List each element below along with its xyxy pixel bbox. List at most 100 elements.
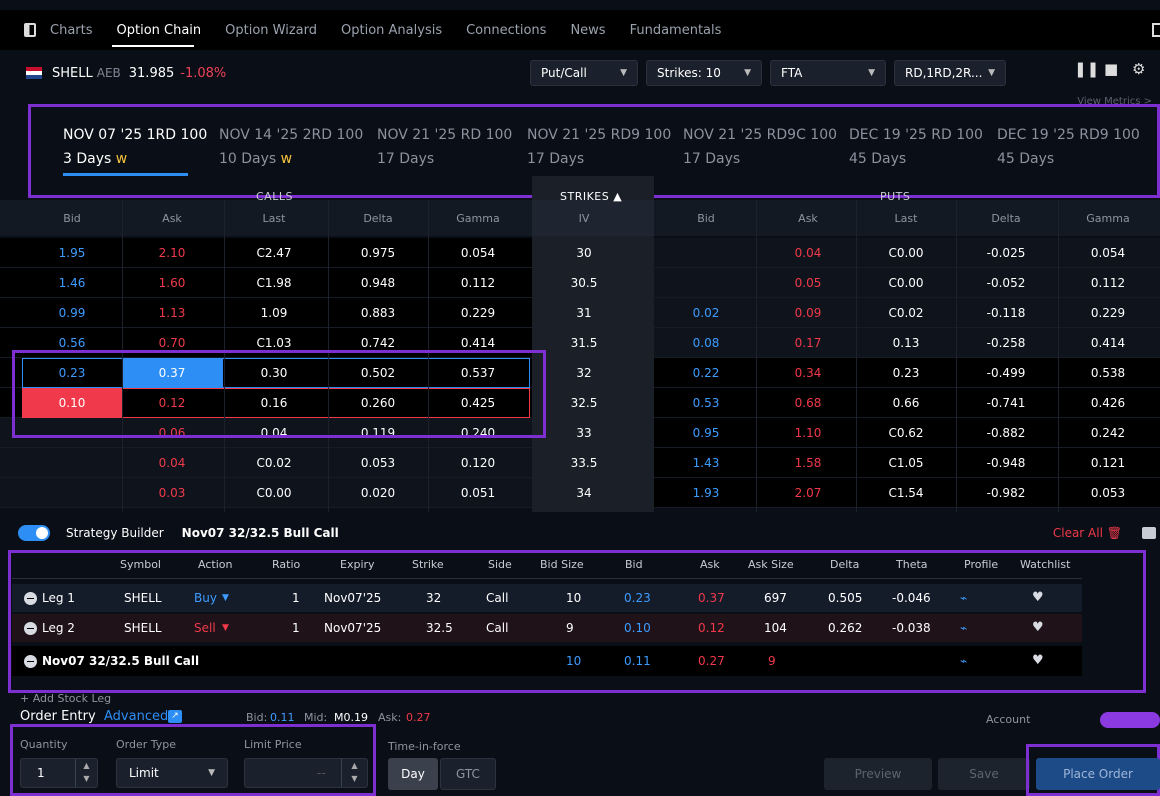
expiry-tab-nov07[interactable]: NOV 07 '25 1RD 100 3 Days w bbox=[63, 127, 207, 167]
chain-cell-bid[interactable]: 1.95 bbox=[22, 238, 122, 268]
chain-cell-last[interactable]: C1.54 bbox=[856, 478, 956, 508]
chain-cell-last[interactable]: C2.47 bbox=[224, 238, 324, 268]
chain-cell-ask[interactable]: 0.34 bbox=[758, 358, 858, 388]
tab-option-analysis[interactable]: Option Analysis bbox=[341, 23, 442, 38]
watchlist-heart-icon[interactable]: ♥ bbox=[1032, 614, 1044, 642]
panel-right-icon[interactable] bbox=[1152, 23, 1160, 37]
exchange-dropdown[interactable]: FTA ▼ bbox=[770, 60, 886, 86]
quantity-stepper[interactable]: 1 ▲ ▼ bbox=[20, 758, 98, 788]
chain-cell-ask[interactable]: 1.13 bbox=[122, 298, 222, 328]
chevron-down-icon[interactable]: ▼ bbox=[222, 584, 229, 612]
tab-fundamentals[interactable]: Fundamentals bbox=[630, 23, 722, 38]
tab-news[interactable]: News bbox=[570, 23, 605, 38]
account-selector[interactable] bbox=[1100, 712, 1160, 728]
chain-cell-bid[interactable]: 0.99 bbox=[22, 298, 122, 328]
tif-gtc-button[interactable]: GTC bbox=[440, 758, 496, 790]
chain-cell-ask[interactable]: 1.10 bbox=[758, 418, 858, 448]
leg-action[interactable]: Buy bbox=[194, 584, 217, 612]
leg-action[interactable]: Sell bbox=[194, 614, 216, 642]
chain-cell-gamma[interactable]: 0.051 bbox=[428, 478, 528, 508]
stepper-arrows-icon[interactable]: ▲ ▼ bbox=[341, 759, 367, 787]
panel-toggle-icon[interactable] bbox=[24, 23, 36, 37]
chain-cell-gamma[interactable]: 0.112 bbox=[428, 268, 528, 298]
chain-cell-ask[interactable]: 2.10 bbox=[122, 238, 222, 268]
remove-leg-icon[interactable] bbox=[24, 592, 37, 605]
strategy-builder-toggle[interactable] bbox=[18, 525, 50, 541]
chain-cell-gamma[interactable]: 0.054 bbox=[1058, 238, 1158, 268]
column-header[interactable]: Bid bbox=[656, 212, 756, 225]
chain-cell-delta[interactable]: 0.020 bbox=[328, 478, 428, 508]
chain-cell-delta[interactable]: -0.741 bbox=[956, 388, 1056, 418]
save-button[interactable]: Save bbox=[938, 758, 1030, 790]
chain-cell-bid[interactable]: 0.53 bbox=[656, 388, 756, 418]
chain-cell-bid[interactable]: 1.93 bbox=[656, 478, 756, 508]
chain-cell-ask[interactable]: 0.68 bbox=[758, 388, 858, 418]
chain-cell-delta[interactable]: -0.025 bbox=[956, 238, 1056, 268]
chain-cell-gamma[interactable]: 0.121 bbox=[1058, 448, 1158, 478]
ticker-symbol[interactable]: SHELL bbox=[52, 66, 93, 81]
add-stock-leg-link[interactable]: + Add Stock Leg bbox=[20, 692, 111, 705]
chain-cell-last[interactable]: C1.05 bbox=[856, 448, 956, 478]
chain-cell-bid[interactable]: 1.43 bbox=[656, 448, 756, 478]
preview-button[interactable]: Preview bbox=[824, 758, 932, 790]
column-header[interactable]: IV bbox=[534, 212, 634, 225]
profile-chart-icon[interactable]: ⌁ bbox=[960, 647, 967, 675]
chain-cell-gamma[interactable]: 0.414 bbox=[1058, 328, 1158, 358]
chain-cell-delta[interactable]: 0.975 bbox=[328, 238, 428, 268]
chain-cell-last[interactable]: 0.66 bbox=[856, 388, 956, 418]
chain-cell-last[interactable]: 1.09 bbox=[224, 298, 324, 328]
chain-cell-delta[interactable]: -0.948 bbox=[956, 448, 1056, 478]
tab-connections[interactable]: Connections bbox=[466, 23, 546, 38]
pause-icon[interactable]: ❚❚ bbox=[1074, 60, 1099, 78]
chain-cell-delta[interactable]: -0.118 bbox=[956, 298, 1056, 328]
chain-cell-ask[interactable]: 2.07 bbox=[758, 478, 858, 508]
chain-cell-delta[interactable]: -0.982 bbox=[956, 478, 1056, 508]
chain-cell-gamma[interactable]: 0.053 bbox=[1058, 478, 1158, 508]
column-header[interactable]: Delta bbox=[328, 212, 428, 225]
chain-cell-ask[interactable]: 1.60 bbox=[122, 268, 222, 298]
chain-cell-bid[interactable] bbox=[656, 238, 756, 268]
column-header[interactable]: Ask bbox=[758, 212, 858, 225]
chain-cell-delta[interactable]: 0.883 bbox=[328, 298, 428, 328]
chain-cell-ask[interactable]: 0.05 bbox=[758, 268, 858, 298]
chain-cell-ask[interactable]: 0.04 bbox=[758, 238, 858, 268]
chain-cell-last[interactable]: C0.00 bbox=[856, 238, 956, 268]
chain-cell-bid[interactable]: 0.95 bbox=[656, 418, 756, 448]
remove-strategy-icon[interactable] bbox=[24, 655, 37, 668]
chain-cell-delta[interactable]: -0.882 bbox=[956, 418, 1056, 448]
chain-cell-bid[interactable]: 0.22 bbox=[656, 358, 756, 388]
chain-cell-ask[interactable]: 1.58 bbox=[758, 448, 858, 478]
chain-cell-ask[interactable]: 0.09 bbox=[758, 298, 858, 328]
chain-cell-gamma[interactable]: 0.112 bbox=[1058, 268, 1158, 298]
chain-cell-last[interactable]: C0.02 bbox=[224, 448, 324, 478]
chain-cell-gamma[interactable]: 0.229 bbox=[1058, 298, 1158, 328]
watchlist-heart-icon[interactable]: ♥ bbox=[1032, 584, 1044, 612]
chain-cell-delta[interactable]: 0.053 bbox=[328, 448, 428, 478]
chain-cell-delta[interactable]: 0.948 bbox=[328, 268, 428, 298]
chevron-down-icon[interactable]: ▼ bbox=[222, 614, 229, 642]
collapse-icon[interactable] bbox=[1142, 527, 1156, 539]
chain-cell-bid[interactable]: 0.08 bbox=[656, 328, 756, 358]
expiry-tab-dec19-rd[interactable]: DEC 19 '25 RD 100 45 Days bbox=[849, 127, 983, 167]
column-header[interactable]: Bid bbox=[22, 212, 122, 225]
chain-cell-bid[interactable] bbox=[22, 478, 122, 508]
limit-price-input[interactable]: -- ▲ ▼ bbox=[244, 758, 368, 788]
profile-chart-icon[interactable]: ⌁ bbox=[960, 614, 967, 642]
watchlist-heart-icon[interactable]: ♥ bbox=[1032, 647, 1044, 675]
strikes-dropdown[interactable]: Strikes: 10 ▼ bbox=[646, 60, 762, 86]
chain-cell-last[interactable]: C0.02 bbox=[856, 298, 956, 328]
chain-cell-gamma[interactable]: 0.538 bbox=[1058, 358, 1158, 388]
clear-all-button[interactable]: Clear All 🗑 bbox=[1053, 526, 1122, 540]
column-header[interactable]: Last bbox=[856, 212, 956, 225]
column-header[interactable]: Gamma bbox=[1058, 212, 1158, 225]
gear-icon[interactable]: ⚙ bbox=[1132, 60, 1145, 78]
profile-chart-icon[interactable]: ⌁ bbox=[960, 584, 967, 612]
place-order-button[interactable]: Place Order bbox=[1036, 758, 1160, 790]
order-type-select[interactable]: Limit ▼ bbox=[116, 758, 228, 788]
chain-cell-last[interactable]: C0.62 bbox=[856, 418, 956, 448]
column-header[interactable]: Last bbox=[224, 212, 324, 225]
chain-cell-delta[interactable]: -0.052 bbox=[956, 268, 1056, 298]
class-dropdown[interactable]: RD,1RD,2R... ▼ bbox=[894, 60, 1006, 86]
expiry-tab-nov21-rd9[interactable]: NOV 21 '25 RD9 100 17 Days bbox=[527, 127, 671, 167]
advanced-link[interactable]: Advanced bbox=[104, 709, 168, 724]
